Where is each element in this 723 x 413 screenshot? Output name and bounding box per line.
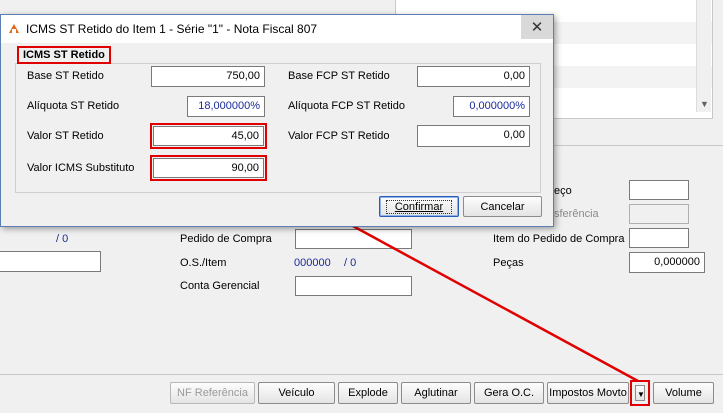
base-fcp-st-retido-input[interactable]: 0,00 <box>417 66 530 87</box>
valor-st-retido-highlight <box>150 123 267 149</box>
dialog-titlebar[interactable]: ICMS ST Retido do Item 1 - Série "1" - N… <box>1 15 553 43</box>
aliquota-fcp-st-retido-label: Alíquota FCP ST Retido <box>288 100 405 112</box>
dialog-title: ICMS ST Retido do Item 1 - Série "1" - N… <box>26 22 318 36</box>
base-st-retido-input[interactable]: 750,00 <box>151 66 265 87</box>
icms-st-dialog[interactable]: ICMS ST Retido do Item 1 - Série "1" - N… <box>0 14 554 227</box>
valor-fcp-st-retido-label: Valor FCP ST Retido <box>288 130 390 142</box>
close-button[interactable]: ✕ <box>521 15 553 39</box>
cancel-button[interactable]: Cancelar <box>463 196 542 217</box>
valor-icms-substituto-label: Valor ICMS Substituto <box>27 162 135 174</box>
valor-fcp-st-retido-input[interactable]: 0,00 <box>417 125 530 147</box>
close-icon: ✕ <box>530 19 544 36</box>
aliquota-st-retido-input[interactable]: 18,000000% <box>187 96 265 117</box>
aliquota-fcp-st-retido-input[interactable]: 0,000000% <box>453 96 530 117</box>
valor-icms-substituto-highlight <box>150 155 267 181</box>
confirm-button[interactable]: Confirmar <box>379 196 459 217</box>
base-st-retido-label: Base ST Retido <box>27 70 104 82</box>
base-fcp-st-retido-label: Base FCP ST Retido <box>288 70 390 82</box>
group-caption: ICMS ST Retido <box>17 46 111 64</box>
valor-st-retido-label: Valor ST Retido <box>27 130 104 142</box>
app-logo-icon <box>8 23 20 35</box>
aliquota-st-retido-label: Alíquota ST Retido <box>27 100 120 112</box>
